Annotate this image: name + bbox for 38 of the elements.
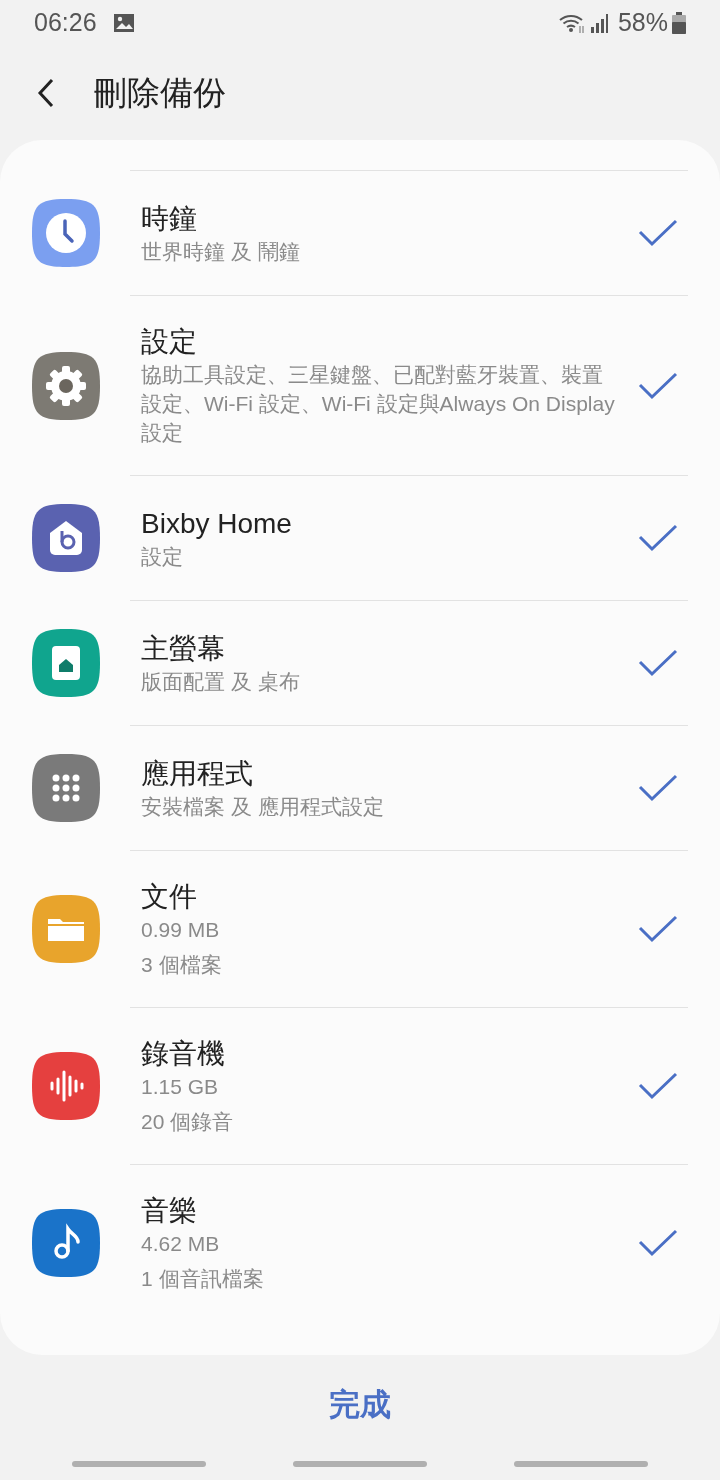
item-subtitle: 安裝檔案 及 應用程式設定 xyxy=(141,793,385,820)
item-subtitle: 版面配置 及 桌布 xyxy=(141,668,301,695)
back-icon[interactable] xyxy=(36,77,56,108)
checkmark-icon[interactable] xyxy=(638,648,678,678)
checkmark-icon[interactable] xyxy=(638,370,678,401)
item-title: 時鐘 xyxy=(141,201,198,236)
item-subtitle: 20 個錄音 xyxy=(141,1109,235,1135)
checkmark-icon[interactable] xyxy=(638,773,678,803)
item-title: 應用程式 xyxy=(141,756,254,791)
nav-bar-handle[interactable] xyxy=(514,1461,648,1467)
item-subtitle: 3 個檔案 xyxy=(141,952,223,978)
checkmark-icon[interactable] xyxy=(638,1228,678,1258)
checkmark-icon[interactable] xyxy=(638,218,678,248)
page-title: 刪除備份 xyxy=(94,72,226,113)
item-title: 主螢幕 xyxy=(141,631,226,666)
item-title: 音樂 xyxy=(141,1194,198,1228)
item-title: 文件 xyxy=(141,880,198,914)
item-title: Bixby Home xyxy=(141,506,293,541)
item-subtitle: 4.62 MB xyxy=(141,1231,221,1257)
item-title: 設定 xyxy=(141,325,198,359)
battery-icon xyxy=(672,11,686,34)
nav-bar-handle[interactable] xyxy=(293,1461,427,1467)
item-subtitle: 協助工具設定、三星鍵盤、已配對藍牙裝置、裝置設定、Wi-Fi 設定、Wi-Fi 設定與Always On Display 設定 xyxy=(141,362,616,446)
item-subtitle: 1.15 GB xyxy=(141,1074,220,1100)
image-icon xyxy=(112,12,135,33)
item-subtitle: 0.99 MB xyxy=(141,917,221,943)
item-subtitle: 設定 xyxy=(141,543,184,570)
clock-time: 06:26 xyxy=(34,6,97,38)
checkmark-icon[interactable] xyxy=(638,1071,678,1101)
done-button[interactable]: 完成 xyxy=(323,1380,397,1430)
checkmark-icon[interactable] xyxy=(638,914,678,944)
item-title: 錄音機 xyxy=(141,1037,226,1071)
checkmark-icon[interactable] xyxy=(638,523,678,553)
signal-icon xyxy=(589,12,610,33)
battery-percent: 58% xyxy=(617,6,668,38)
item-subtitle: 1 個音訊檔案 xyxy=(141,1266,265,1292)
nav-bar-handle[interactable] xyxy=(72,1461,206,1467)
item-subtitle: 世界時鐘 及 鬧鐘 xyxy=(141,238,301,265)
